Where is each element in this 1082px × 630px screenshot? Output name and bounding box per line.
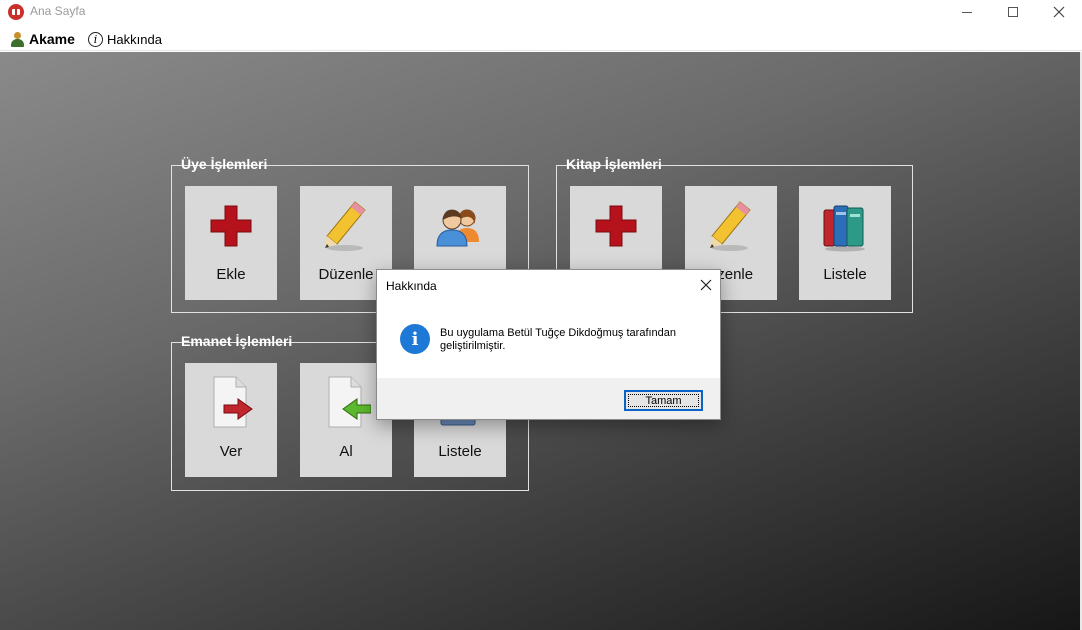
pencil-icon — [325, 201, 366, 251]
menu-akame-label: Akame — [29, 31, 75, 47]
menu-hakkinda-label: Hakkında — [107, 31, 162, 47]
menu-hakkinda[interactable]: i Hakkında — [88, 30, 162, 48]
red-plus-icon — [210, 205, 252, 247]
app-book-icon — [8, 4, 24, 20]
red-plus-icon — [595, 205, 637, 247]
dialog-title: Hakkında — [386, 279, 437, 293]
close-button[interactable] — [1036, 0, 1082, 24]
ok-button[interactable]: Tamam — [624, 390, 703, 411]
kitap-listele-button[interactable]: Listele — [799, 186, 891, 300]
window-title: Ana Sayfa — [30, 4, 86, 18]
close-icon — [1053, 6, 1065, 18]
emanet-listele-label: Listele — [438, 443, 482, 460]
document-arrow-left-icon — [328, 376, 371, 428]
title-bar: Ana Sayfa — [0, 0, 1082, 26]
close-icon — [700, 279, 712, 291]
menu-akame[interactable]: Akame — [10, 30, 75, 48]
info-icon: i — [88, 31, 103, 47]
maximize-button[interactable] — [990, 0, 1036, 24]
about-dialog: Hakkında i Bu uygulama Betül Tuğçe Dikdo… — [376, 269, 721, 420]
maximize-icon — [1008, 7, 1018, 17]
uye-ekle-button[interactable]: Ekle — [185, 186, 277, 300]
pencil-icon — [710, 201, 751, 251]
uye-ekle-label: Ekle — [216, 266, 246, 283]
dialog-message: Bu uygulama Betül Tuğçe Dikdoğmuş tarafı… — [440, 327, 677, 352]
books-icon — [823, 205, 865, 252]
minimize-icon — [962, 11, 972, 13]
emanet-ver-button[interactable]: Ver — [185, 363, 277, 477]
group-uye-title: Üye İşlemleri — [181, 156, 268, 172]
info-icon: i — [400, 324, 430, 354]
menu-bar: Akame i Hakkında — [0, 26, 1082, 51]
kitap-listele-label: Listele — [823, 266, 867, 283]
group-kitap-title: Kitap İşlemleri — [566, 156, 662, 172]
dialog-close-button[interactable] — [697, 276, 715, 294]
group-emanet-title: Emanet İşlemleri — [181, 333, 293, 349]
document-arrow-right-icon — [213, 376, 253, 428]
dialog-footer: Tamam — [377, 378, 720, 419]
emanet-ver-label: Ver — [219, 443, 243, 460]
users-icon — [436, 209, 479, 247]
user-icon — [10, 31, 24, 47]
minimize-button[interactable] — [944, 0, 990, 24]
emanet-al-label: Al — [339, 443, 353, 460]
